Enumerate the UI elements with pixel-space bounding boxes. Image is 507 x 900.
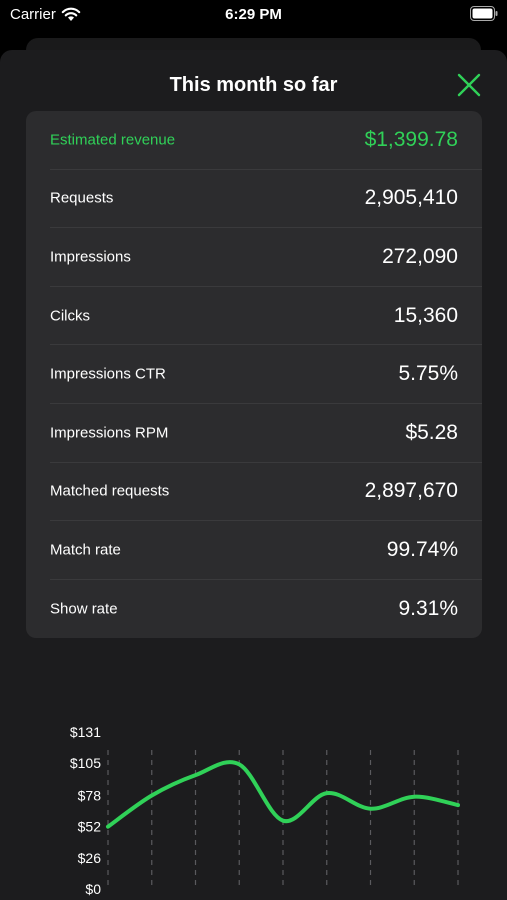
metric-label: Impressions CTR bbox=[50, 365, 166, 383]
metric-row-clicks: Cilcks 15,360 bbox=[50, 287, 482, 346]
status-bar: Carrier 6:29 PM bbox=[0, 0, 507, 30]
metric-label: Cilcks bbox=[50, 307, 90, 325]
revenue-chart: $131 $105 $78 $52 $26 $0 bbox=[70, 724, 460, 897]
metric-row-estimated-revenue: Estimated revenue $1,399.78 bbox=[50, 111, 482, 170]
metric-row-match-rate: Match rate 99.74% bbox=[50, 521, 482, 580]
metric-row-requests: Requests 2,905,410 bbox=[50, 170, 482, 229]
y-tick-label: $26 bbox=[78, 850, 102, 866]
y-tick-label: $105 bbox=[70, 755, 101, 771]
metric-value: 15,360 bbox=[393, 303, 458, 327]
metric-value: $1,399.78 bbox=[364, 127, 458, 151]
close-icon[interactable] bbox=[452, 68, 486, 102]
y-tick-label: $52 bbox=[78, 819, 102, 835]
metrics-card: Estimated revenue $1,399.78 Requests 2,9… bbox=[26, 111, 482, 638]
metric-row-show-rate: Show rate 9.31% bbox=[50, 580, 482, 638]
metric-label: Matched requests bbox=[50, 482, 170, 500]
metric-row-impressions-rpm: Impressions RPM $5.28 bbox=[50, 404, 482, 463]
status-time: 6:29 PM bbox=[225, 6, 282, 23]
metric-label: Impressions RPM bbox=[50, 424, 169, 442]
metric-value: $5.28 bbox=[405, 420, 458, 444]
metric-value: 9.31% bbox=[398, 597, 458, 621]
metric-value: 99.74% bbox=[386, 537, 458, 561]
metric-value: 272,090 bbox=[382, 244, 458, 268]
metric-label: Match rate bbox=[50, 541, 121, 559]
metric-row-matched-requests: Matched requests 2,897,670 bbox=[50, 463, 482, 522]
y-tick-label: $78 bbox=[78, 788, 102, 804]
metric-label: Impressions bbox=[50, 248, 131, 266]
y-tick-label: $0 bbox=[85, 881, 101, 897]
metric-value: 5.75% bbox=[398, 362, 458, 386]
battery-icon bbox=[470, 6, 498, 21]
sheet-title: This month so far bbox=[169, 74, 338, 96]
metric-value: 2,905,410 bbox=[364, 186, 458, 210]
metric-label: Show rate bbox=[50, 600, 118, 618]
y-tick-label: $131 bbox=[70, 724, 101, 740]
metric-value: 2,897,670 bbox=[364, 479, 458, 503]
metric-row-impressions: Impressions 272,090 bbox=[50, 228, 482, 287]
metric-row-impressions-ctr: Impressions CTR 5.75% bbox=[50, 345, 482, 404]
metric-label: Estimated revenue bbox=[50, 131, 176, 149]
metric-label: Requests bbox=[50, 189, 114, 207]
